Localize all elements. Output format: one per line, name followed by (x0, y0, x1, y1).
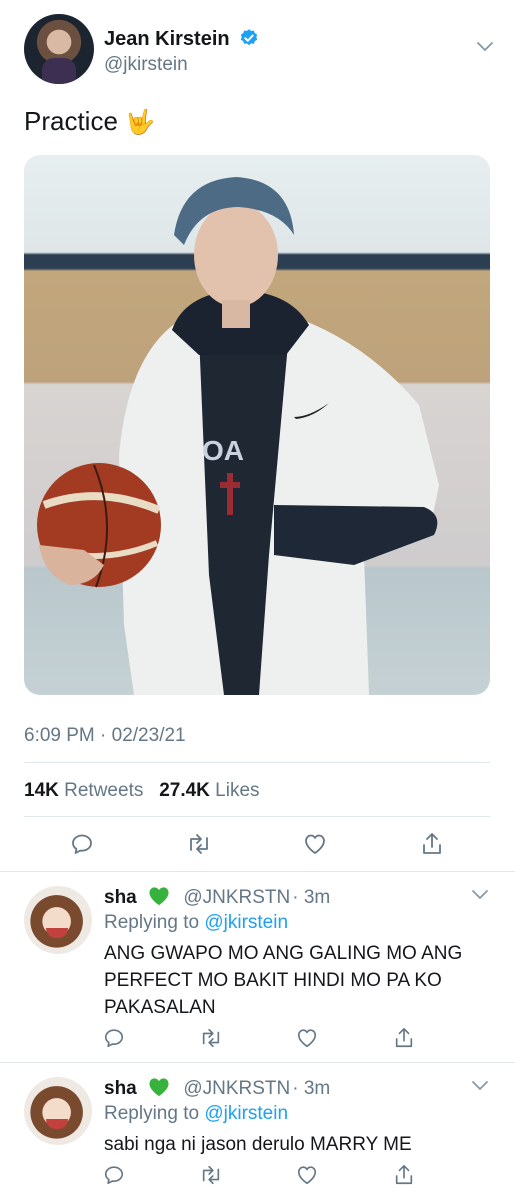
tweet-stats: 14K Retweets 27.4K Likes (24, 780, 260, 802)
likes-label: Likes (215, 780, 260, 801)
share-button[interactable] (412, 824, 452, 864)
reply-action-bar (94, 1020, 424, 1056)
chevron-down-icon[interactable] (471, 1079, 489, 1097)
reply-button[interactable] (94, 1157, 134, 1193)
retweet-icon (202, 1028, 219, 1048)
reply-avatar[interactable] (24, 1077, 92, 1145)
author-name[interactable]: Jean Kirstein (104, 28, 259, 54)
divider (24, 816, 490, 817)
green-heart-emoji-icon (149, 887, 169, 906)
heart-icon (298, 1166, 317, 1185)
share-button[interactable] (384, 1157, 424, 1193)
svg-text:OA: OA (202, 435, 244, 466)
reply-icon (104, 1166, 124, 1185)
author-handle[interactable]: @jkirstein (104, 54, 188, 76)
chevron-down-icon[interactable] (476, 40, 494, 58)
share-icon (422, 833, 441, 854)
author-display-name[interactable]: Jean Kirstein (104, 28, 230, 50)
heart-icon (305, 834, 326, 854)
divider (24, 762, 490, 763)
share-icon (395, 1028, 413, 1048)
like-button[interactable] (287, 1157, 327, 1193)
tweet-action-bar (24, 824, 490, 864)
reply-display-name[interactable]: sha (104, 1078, 137, 1099)
replying-mention-link[interactable]: @jkirstein (204, 912, 288, 933)
author-avatar[interactable] (24, 14, 94, 84)
replying-to: Replying to @jkirstein (104, 912, 288, 934)
reply-handle[interactable]: @JNKRSTN (183, 887, 290, 908)
retweet-button[interactable] (191, 1157, 231, 1193)
retweets-stat[interactable]: 14K Retweets (24, 780, 143, 801)
reply-tweet[interactable]: sha @JNKRSTN · 3m Replying to @jkirstein … (0, 1063, 515, 1200)
reply-action-bar (94, 1157, 424, 1193)
share-button[interactable] (384, 1020, 424, 1056)
reply-button[interactable] (94, 1020, 134, 1056)
tweet-header: Jean Kirstein @jkirstein (24, 14, 494, 84)
reply-author[interactable]: sha @JNKRSTN · 3m (104, 1077, 330, 1100)
green-heart-emoji-icon (149, 1078, 169, 1097)
reply-button[interactable] (62, 824, 102, 864)
reply-handle[interactable]: @JNKRSTN (183, 1078, 290, 1099)
like-button[interactable] (295, 824, 335, 864)
reply-tweet[interactable]: sha @JNKRSTN · 3m Replying to @jkirstein … (0, 872, 515, 1062)
retweet-icon (202, 1165, 219, 1185)
retweets-count: 14K (24, 780, 59, 801)
reply-time: · 3m (292, 1078, 331, 1099)
reply-icon (104, 1029, 124, 1048)
likes-count: 27.4K (159, 780, 210, 801)
retweet-icon (189, 834, 208, 854)
replying-prefix: Replying to (104, 912, 200, 933)
verified-badge-icon (239, 28, 259, 54)
replying-prefix: Replying to (104, 1103, 200, 1124)
replying-to: Replying to @jkirstein (104, 1103, 288, 1125)
tweet-photo[interactable]: OA (24, 155, 490, 695)
reply-avatar[interactable] (24, 886, 92, 954)
like-button[interactable] (287, 1020, 327, 1056)
replying-mention-link[interactable]: @jkirstein (204, 1103, 288, 1124)
reply-text: sabi nga ni jason derulo MARRY ME (104, 1134, 412, 1155)
chevron-down-icon[interactable] (471, 888, 489, 906)
likes-stat[interactable]: 27.4K Likes (159, 780, 259, 801)
share-icon (395, 1165, 413, 1185)
reply-author[interactable]: sha @JNKRSTN · 3m (104, 886, 330, 909)
retweets-label: Retweets (64, 780, 144, 801)
heart-icon (298, 1029, 317, 1048)
tweet-text: Practice 🤟 (24, 106, 155, 137)
tweet-emoji: 🤟 (125, 109, 156, 136)
reply-display-name[interactable]: sha (104, 887, 137, 908)
reply-time: · 3m (292, 887, 331, 908)
tweet-text-body: Practice (24, 106, 118, 136)
photo-illustration: OA (37, 177, 439, 695)
reply-icon (72, 834, 93, 854)
tweet-timestamp[interactable]: 6:09 PM · 02/23/21 (24, 725, 186, 747)
retweet-button[interactable] (191, 1020, 231, 1056)
retweet-button[interactable] (179, 824, 219, 864)
reply-text: ANG GWAPO MO ANG GALING MO ANG PERFECT M… (104, 943, 463, 1018)
